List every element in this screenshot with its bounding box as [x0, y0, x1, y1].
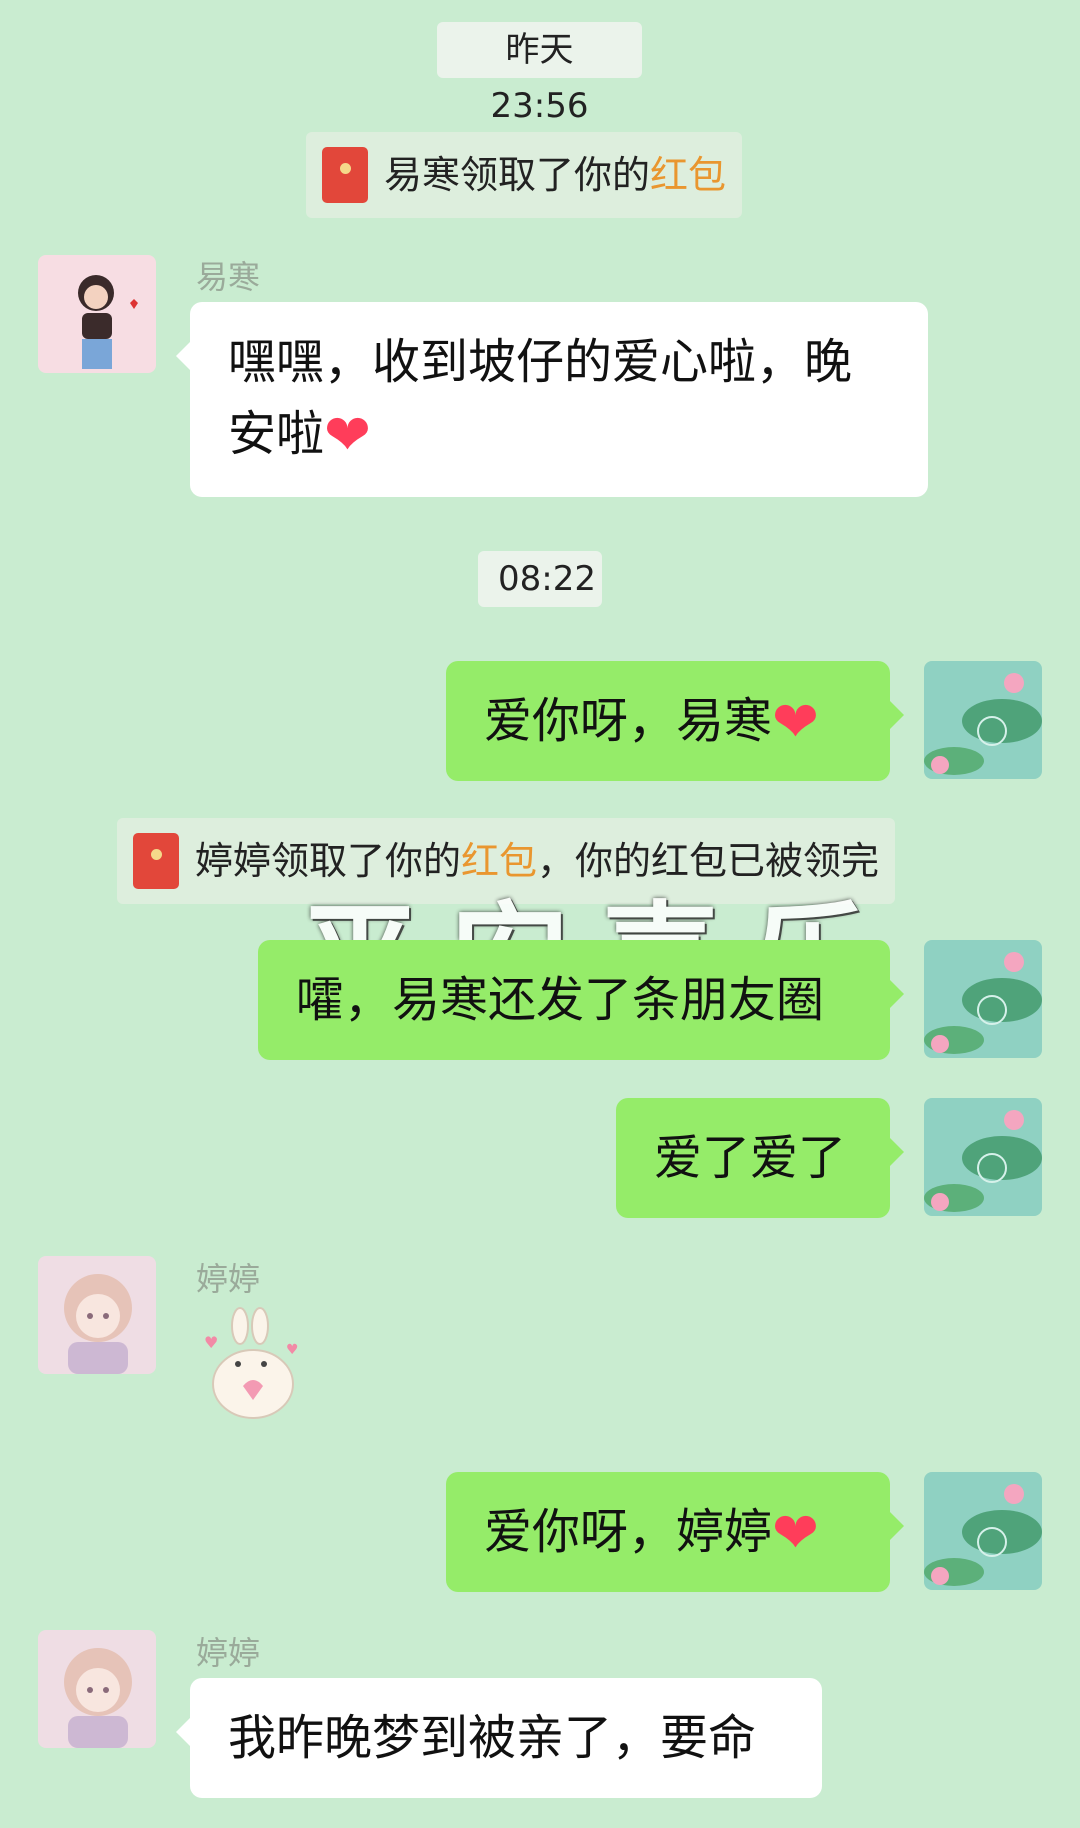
message-bubble[interactable]: 爱了爱了: [616, 1098, 904, 1218]
heart-emoji-icon: ❤: [772, 1501, 819, 1566]
message-text: 我昨晚梦到被亲了，要命: [228, 1710, 757, 1766]
avatar-tingting[interactable]: [38, 1630, 156, 1748]
notice-text: 易寒领取了你的: [384, 153, 651, 197]
svg-text:♥: ♥: [204, 1333, 218, 1352]
avatar-me[interactable]: [924, 1098, 1042, 1216]
svg-text:♥: ♥: [286, 1342, 299, 1358]
message-text: 嘿嘿，收到坡仔的爱心啦，晚安啦: [228, 334, 853, 462]
red-packet-icon: [133, 833, 179, 889]
message-text: 爱你呀，易寒: [484, 693, 773, 749]
message-text: 爱你呀，婷婷: [484, 1504, 773, 1560]
heart-emoji-icon: ❤: [772, 690, 819, 755]
watermark-text: 平安喜乐: [300, 862, 900, 942]
sender-name: 婷婷: [196, 1260, 261, 1298]
avatar-me[interactable]: [924, 661, 1042, 779]
bunny-heart-sticker[interactable]: ♥ ♥: [198, 1304, 308, 1424]
message-bubble[interactable]: 嘿嘿，收到坡仔的爱心啦，晚安啦❤: [176, 302, 928, 497]
message-text: 爱了爱了: [654, 1130, 847, 1186]
avatar-tingting[interactable]: [38, 1256, 156, 1374]
timestamp: 昨天 23:56: [437, 22, 642, 126]
message-bubble[interactable]: 爱你呀，婷婷❤: [446, 1472, 904, 1592]
heart-emoji-icon: ❤: [324, 403, 371, 468]
message-bubble[interactable]: 爱你呀，易寒❤: [446, 661, 904, 781]
red-packet-link[interactable]: 红包: [650, 132, 726, 218]
avatar-me[interactable]: [924, 1472, 1042, 1590]
message-bubble[interactable]: 嚯，易寒还发了条朋友圈: [258, 940, 904, 1060]
sender-name: 婷婷: [196, 1634, 261, 1672]
message-bubble[interactable]: 我昨晚梦到被亲了，要命: [176, 1678, 822, 1798]
red-packet-notice: 易寒领取了你的 红包: [306, 132, 743, 218]
avatar-me[interactable]: [924, 940, 1042, 1058]
red-packet-icon: [322, 147, 368, 203]
sender-name: 易寒: [196, 258, 261, 296]
message-text: 嚯，易寒还发了条朋友圈: [296, 972, 825, 1028]
avatar-yihan[interactable]: [38, 255, 156, 373]
timestamp: 08:22: [478, 551, 602, 607]
